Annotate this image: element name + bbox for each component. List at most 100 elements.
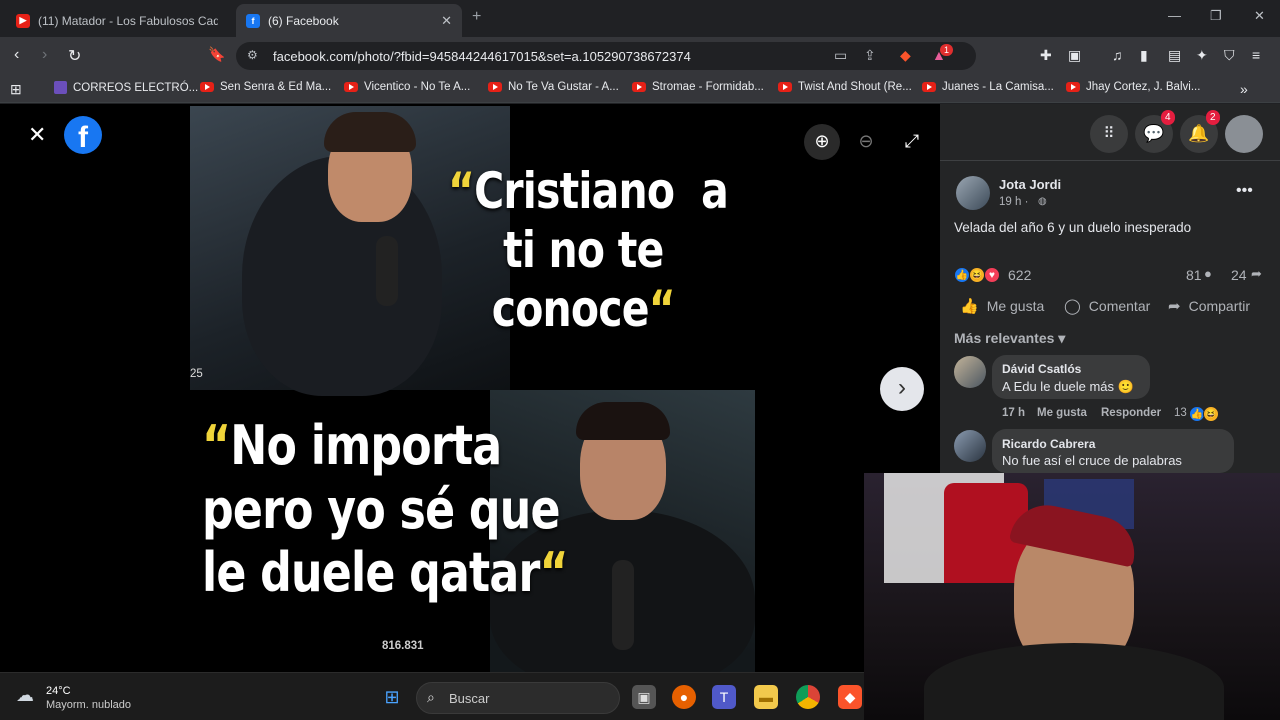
media-icon[interactable]: ♫ bbox=[1112, 47, 1123, 63]
tab-youtube[interactable]: ▶ (11) Matador - Los Fabulosos Cadilla bbox=[6, 4, 234, 37]
bookmark-item[interactable]: No Te Va Gustar - A... bbox=[488, 81, 619, 93]
comments-count[interactable]: 81 bbox=[1186, 267, 1202, 283]
bookmark-item[interactable]: Stromae - Formidab... bbox=[632, 81, 764, 93]
more-bookmarks-icon[interactable]: » bbox=[1240, 81, 1248, 97]
comment-author[interactable]: Dávid Csatlós bbox=[1002, 362, 1081, 376]
more-options-icon[interactable]: ••• bbox=[1236, 182, 1253, 200]
close-tab-icon[interactable]: ✕ bbox=[441, 13, 452, 29]
extensions-icon[interactable]: ✚ bbox=[1040, 47, 1052, 64]
zoom-in-icon[interactable]: ⊕ bbox=[804, 124, 840, 160]
sort-comments-button[interactable]: Más relevantes ▾ bbox=[954, 330, 1065, 347]
restore-button[interactable]: ❐ bbox=[1210, 8, 1222, 24]
fullscreen-icon[interactable]: ⤢ bbox=[894, 124, 930, 160]
url-text[interactable]: facebook.com/photo/?fbid=945844244617015… bbox=[273, 49, 691, 64]
like-button[interactable]: 👍 Me gusta bbox=[960, 297, 1044, 315]
divider bbox=[940, 160, 1280, 161]
file-explorer-icon[interactable]: ▬ bbox=[754, 685, 778, 709]
bookmark-item[interactable]: Juanes - La Camisa... bbox=[922, 81, 1054, 93]
forward-button[interactable]: › bbox=[42, 46, 47, 64]
rewards-badge: 1 bbox=[940, 44, 954, 56]
youtube-icon: ▶ bbox=[16, 13, 30, 28]
weather-text[interactable]: Mayorm. nublado bbox=[46, 699, 131, 711]
back-button[interactable]: ‹ bbox=[14, 46, 19, 64]
close-window-button[interactable]: ✕ bbox=[1254, 8, 1265, 24]
bookmark-label: Jhay Cortez, J. Balvi... bbox=[1086, 81, 1201, 93]
share-button[interactable]: ➦ Compartir bbox=[1168, 297, 1250, 315]
leo-icon[interactable]: ✦ bbox=[1196, 47, 1208, 64]
teams-icon[interactable]: T bbox=[712, 685, 736, 709]
post-author[interactable]: Jota Jordi bbox=[999, 177, 1061, 192]
vpn-icon[interactable]: ⛉ bbox=[1224, 47, 1235, 64]
youtube-icon bbox=[778, 82, 792, 92]
brave-shield-icon[interactable]: ◆ bbox=[900, 47, 911, 64]
bookmark-item[interactable]: Sen Senra & Ed Ma... bbox=[200, 81, 331, 93]
shares-count[interactable]: 24 bbox=[1231, 267, 1247, 283]
cast-icon[interactable]: ▭ bbox=[834, 47, 847, 64]
comment-time[interactable]: 17 h bbox=[1002, 407, 1025, 419]
haha-reaction-icon: 😆 bbox=[969, 267, 985, 283]
comment-bubble: Dávid Csatlós A Edu le duele más 🙂 bbox=[992, 355, 1150, 399]
reactions-count[interactable]: 622 bbox=[1008, 267, 1031, 283]
site-info-icon[interactable]: ⚙ bbox=[247, 48, 258, 62]
task-view-icon[interactable]: ▣ bbox=[632, 685, 656, 709]
comment-text: A Edu le duele más 🙂 bbox=[1002, 379, 1134, 394]
bookmark-label: Twist And Shout (Re... bbox=[798, 81, 912, 93]
tab-strip: ▶ (11) Matador - Los Fabulosos Cadilla f… bbox=[0, 0, 1280, 37]
address-bar[interactable]: ⚙ facebook.com/photo/?fbid=9458442446170… bbox=[236, 42, 976, 70]
wallet-icon[interactable]: ▤ bbox=[1168, 47, 1181, 64]
comment-button[interactable]: ◯ Comentar bbox=[1064, 297, 1150, 315]
next-photo-button[interactable]: › bbox=[880, 367, 924, 411]
chrome-icon[interactable] bbox=[796, 685, 820, 709]
new-tab-button[interactable]: + bbox=[472, 8, 481, 26]
comment-reactions-count[interactable]: 13 bbox=[1174, 407, 1187, 419]
windows-start-icon[interactable]: ⊞ bbox=[380, 685, 404, 709]
sidebar-icon[interactable]: ▮ bbox=[1140, 47, 1148, 64]
commenter-avatar[interactable] bbox=[954, 430, 986, 462]
facebook-logo[interactable]: f bbox=[64, 116, 102, 154]
tab-facebook[interactable]: f (6) Facebook ✕ bbox=[236, 4, 462, 37]
close-icon[interactable]: ✕ bbox=[28, 122, 46, 148]
facebook-icon: f bbox=[246, 13, 260, 28]
temperature[interactable]: 24°C bbox=[46, 685, 71, 697]
bookmark-icon[interactable]: 🔖 bbox=[208, 46, 225, 63]
share-label: Compartir bbox=[1188, 298, 1251, 314]
tab-title: (11) Matador - Los Fabulosos Cadilla bbox=[38, 13, 218, 28]
streamer-shirt bbox=[924, 643, 1224, 720]
screenshot-icon[interactable]: ▣ bbox=[1068, 47, 1081, 64]
post-photo: 25 816.831 “Cristiano a ti no te conoce“… bbox=[190, 106, 755, 672]
reload-button[interactable]: ↻ bbox=[68, 46, 81, 66]
youtube-icon bbox=[200, 82, 214, 92]
share-icon[interactable]: ⇪ bbox=[864, 47, 876, 64]
comment-reply-button[interactable]: Responder bbox=[1101, 407, 1161, 419]
menu-grid-icon[interactable]: ⠿ bbox=[1090, 115, 1128, 153]
bookmark-item[interactable]: Jhay Cortez, J. Balvi... bbox=[1066, 81, 1200, 93]
photo-viewer: ✕ f 25 816.831 “Cristiano a ti no te con… bbox=[0, 104, 940, 672]
profile-avatar[interactable] bbox=[1225, 115, 1263, 153]
bookmark-item[interactable]: Vicentico - No Te A... bbox=[344, 81, 470, 93]
taskbar: ☁ 24°C Mayorm. nublado ⊞ ⌕ Buscar ▣ ● T … bbox=[0, 672, 864, 720]
hair-shape bbox=[324, 112, 416, 152]
browser-toolbar: ‹ › ↻ 🔖 ⚙ facebook.com/photo/?fbid=94584… bbox=[0, 37, 1280, 75]
zoom-out-icon[interactable]: ⊖ bbox=[848, 124, 884, 160]
brave-icon[interactable]: ◆ bbox=[838, 685, 862, 709]
post-time[interactable]: 19 h · bbox=[999, 196, 1028, 208]
menu-icon[interactable]: ≡ bbox=[1252, 47, 1260, 63]
author-avatar[interactable] bbox=[956, 176, 990, 210]
thumbs-up-icon: 👍 bbox=[960, 298, 979, 315]
hair-shape bbox=[576, 402, 670, 440]
bookmark-item[interactable]: CORREOS ELECTRÓ... bbox=[54, 81, 198, 94]
taskbar-search[interactable]: ⌕ Buscar bbox=[416, 682, 620, 714]
bookmark-label: CORREOS ELECTRÓ... bbox=[73, 81, 199, 94]
comment-like-button[interactable]: Me gusta bbox=[1037, 407, 1087, 419]
bookmark-item[interactable]: Twist And Shout (Re... bbox=[778, 81, 912, 93]
view-count: 816.831 bbox=[382, 640, 424, 652]
commenter-avatar[interactable] bbox=[954, 356, 986, 388]
apps-icon[interactable]: ⊞ bbox=[10, 81, 22, 98]
search-icon: ⌕ bbox=[427, 689, 435, 705]
firefox-icon[interactable]: ● bbox=[672, 685, 696, 709]
comment-author[interactable]: Ricardo Cabrera bbox=[1002, 437, 1095, 451]
weather-icon[interactable]: ☁ bbox=[16, 685, 34, 706]
minimize-button[interactable]: — bbox=[1168, 8, 1181, 23]
caption-top-text: Cristiano a ti no te conoce bbox=[474, 162, 729, 338]
youtube-icon bbox=[488, 82, 502, 92]
